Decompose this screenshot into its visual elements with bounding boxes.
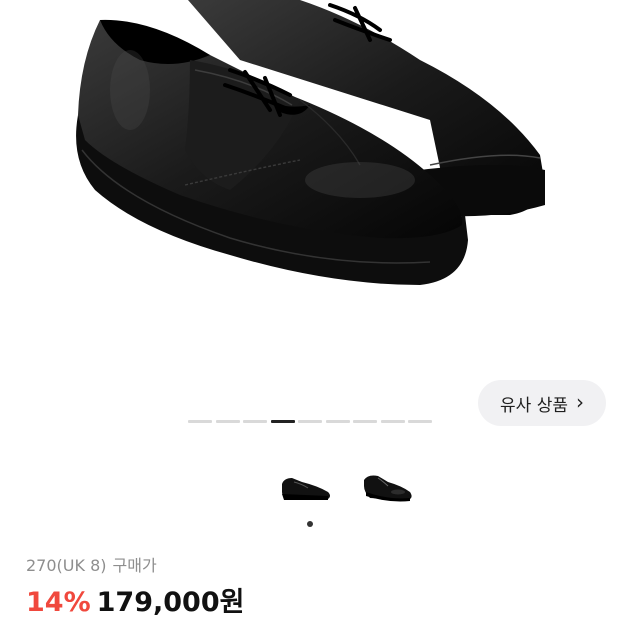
pager-dot[interactable] <box>298 420 322 423</box>
product-price: 179,000원 <box>96 587 245 618</box>
price-info: 14% 179,000원 <box>26 580 244 619</box>
similar-products-button[interactable]: 유사 상품 › <box>478 380 606 426</box>
pager-dot[interactable] <box>188 420 212 423</box>
shoe-image <box>76 0 545 285</box>
pager-dot-active[interactable] <box>270 420 295 423</box>
similar-products-label: 유사 상품 <box>500 395 568 416</box>
product-image[interactable] <box>0 0 620 330</box>
pager-dot[interactable] <box>325 420 350 423</box>
pager-dot[interactable] <box>353 420 377 423</box>
pager-dot[interactable] <box>215 420 240 423</box>
shoe-angle-thumbnail[interactable] <box>358 466 418 506</box>
size-label: 구매가 <box>112 556 157 575</box>
image-pager <box>188 420 432 423</box>
selected-thumbnail-indicator <box>307 521 313 527</box>
chevron-right-icon: › <box>575 390 584 414</box>
pager-dot[interactable] <box>243 420 267 423</box>
pager-dot[interactable] <box>380 420 405 423</box>
discount-rate: 14% <box>26 587 91 618</box>
size-value: 270(UK 8) <box>26 556 107 575</box>
shoe-side-thumbnail[interactable] <box>276 466 336 506</box>
size-info: 270(UK 8) 구매가 <box>26 552 157 576</box>
pager-dot[interactable] <box>408 420 432 423</box>
thumbnail-strip <box>276 466 418 506</box>
